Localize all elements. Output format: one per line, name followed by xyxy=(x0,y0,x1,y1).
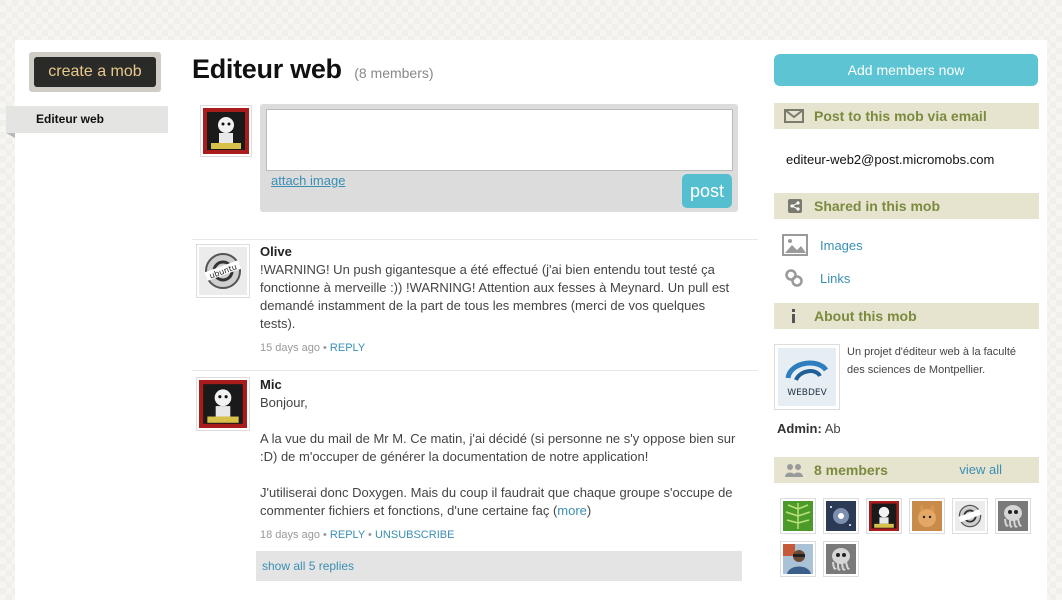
envelope-icon xyxy=(784,109,804,123)
post-timestamp: 18 days ago xyxy=(260,529,320,541)
post-body: Olive !WARNING! Un push gigantesque a ét… xyxy=(260,244,738,354)
post-composer: attach image post xyxy=(260,104,738,212)
webdev-logo-icon: WEBDEV xyxy=(778,348,836,406)
octopus-avatar-icon xyxy=(998,501,1028,531)
admin-label: Admin: xyxy=(777,421,822,436)
share-icon xyxy=(788,199,802,213)
ubuntu-logo-avatar-icon: ubuntu xyxy=(199,247,247,295)
view-all-members-link[interactable]: view all xyxy=(959,457,1002,483)
shared-item-images[interactable]: Images xyxy=(782,234,1022,258)
attach-image-link[interactable]: attach image xyxy=(271,173,345,188)
reply-link[interactable]: REPLY xyxy=(330,342,365,354)
info-icon xyxy=(792,309,795,323)
shared-section-title: Shared in this mob xyxy=(814,198,941,214)
member-avatar-ubuntu[interactable] xyxy=(952,498,988,534)
create-mob-container: create a mob xyxy=(29,52,161,92)
member-avatar-leaf[interactable] xyxy=(780,498,816,534)
post-author[interactable]: Olive xyxy=(260,244,738,259)
post-text: !WARNING! Un push gigantesque a été effe… xyxy=(260,262,730,331)
member-avatar-octopus[interactable] xyxy=(995,498,1031,534)
mob-logo: WEBDEV xyxy=(774,344,840,410)
cat-avatar-icon xyxy=(912,501,942,531)
about-section-header: About this mob xyxy=(774,303,1039,329)
post-author[interactable]: Mic xyxy=(260,377,738,392)
octopus-avatar-icon xyxy=(826,544,856,574)
shared-section-header: Shared in this mob xyxy=(774,193,1039,219)
man-photo-avatar-icon xyxy=(783,544,813,574)
composer-avatar xyxy=(200,105,252,157)
meta-separator: • xyxy=(323,342,327,354)
title-row: Editeur web (8 members) xyxy=(192,54,434,85)
member-avatar-man[interactable] xyxy=(780,541,816,577)
page-title: Editeur web xyxy=(192,54,342,84)
page-container: create a mob Editeur web Editeur web (8 … xyxy=(6,40,1047,600)
galaxy-avatar-icon xyxy=(826,501,856,531)
people-icon xyxy=(785,464,803,477)
member-count: (8 members) xyxy=(354,65,434,81)
shared-item-links[interactable]: Links xyxy=(782,267,1022,291)
member-avatar-galaxy[interactable] xyxy=(823,498,859,534)
shared-item-label[interactable]: Links xyxy=(820,271,850,286)
add-members-button[interactable]: Add members now xyxy=(774,54,1038,86)
mob-email-address: editeur-web2@post.micromobs.com xyxy=(786,152,995,167)
post-meta: 15 days ago • REPLY xyxy=(260,342,738,354)
members-section-title: 8 members xyxy=(814,462,888,478)
feed-divider xyxy=(192,370,758,371)
member-avatar-cat[interactable] xyxy=(909,498,945,534)
sublime-dog-avatar-icon xyxy=(199,380,247,428)
sublime-dog-avatar-icon xyxy=(869,501,899,531)
member-avatar-sublime[interactable] xyxy=(866,498,902,534)
admin-row: Admin: Ab xyxy=(777,421,841,436)
show-replies-link[interactable]: show all 5 replies xyxy=(256,551,742,581)
post-avatar[interactable]: ubuntu xyxy=(196,244,250,298)
leaf-avatar-icon xyxy=(783,501,813,531)
shared-item-label[interactable]: Images xyxy=(820,238,863,253)
create-mob-button[interactable]: create a mob xyxy=(34,57,156,87)
sublime-dog-avatar-icon xyxy=(203,108,249,154)
members-section-header: 8 members view all xyxy=(774,457,1039,483)
member-avatar-octopus[interactable] xyxy=(823,541,859,577)
post-text: Bonjour, A la vue du mail de Mr M. Ce ma… xyxy=(260,394,738,520)
post-text-tail: ) xyxy=(586,503,592,518)
post-body: Mic Bonjour, A la vue du mail de Mr M. C… xyxy=(260,377,738,541)
more-link[interactable]: more xyxy=(557,503,587,518)
link-icon xyxy=(785,269,803,287)
sidebar-item-editeur-web[interactable]: Editeur web xyxy=(6,106,168,138)
feed-divider xyxy=(192,239,758,240)
about-section-title: About this mob xyxy=(814,308,917,324)
about-description: Un projet d'éditeur web à la faculté des… xyxy=(847,346,1017,376)
post-meta: 18 days ago • REPLY • UNSUBSCRIBE xyxy=(260,529,738,541)
post-textarea[interactable] xyxy=(266,109,733,171)
post-button[interactable]: post xyxy=(682,174,732,208)
admin-name[interactable]: Ab xyxy=(825,421,841,436)
unsubscribe-link[interactable]: UNSUBSCRIBE xyxy=(375,529,454,541)
post-avatar[interactable] xyxy=(196,377,250,431)
logo-text: WEBDEV xyxy=(787,388,827,398)
meta-separator: • xyxy=(368,529,372,541)
email-section-title: Post to this mob via email xyxy=(814,108,987,124)
reply-link[interactable]: REPLY xyxy=(330,529,365,541)
post-timestamp: 15 days ago xyxy=(260,342,320,354)
ubuntu-logo-avatar-icon xyxy=(955,501,985,531)
email-section-header: Post to this mob via email xyxy=(774,103,1039,129)
image-icon xyxy=(782,234,808,256)
meta-separator: • xyxy=(323,529,327,541)
post-text-main: Bonjour, A la vue du mail de Mr M. Ce ma… xyxy=(260,395,736,518)
